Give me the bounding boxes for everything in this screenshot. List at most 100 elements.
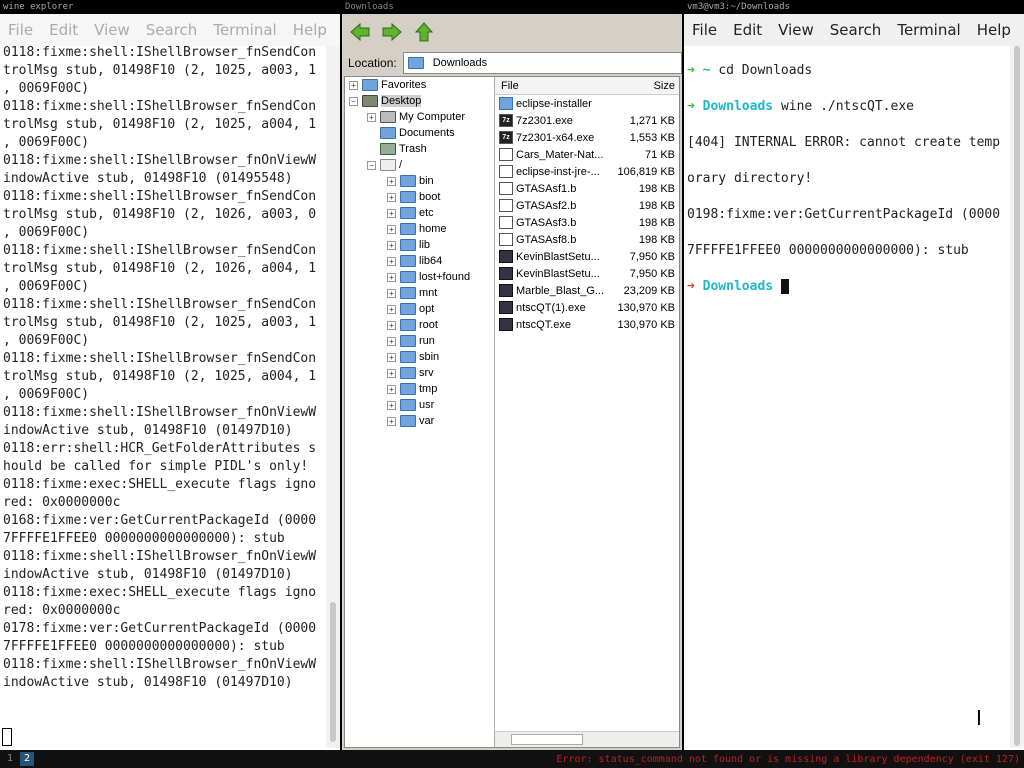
- file-row[interactable]: 7z 7z2301.exe 1,271 KB: [495, 112, 679, 129]
- tree-item-run[interactable]: + run: [345, 333, 494, 349]
- expand-icon[interactable]: +: [387, 384, 396, 394]
- expand-icon[interactable]: +: [367, 112, 376, 122]
- location-field[interactable]: Downloads: [402, 52, 682, 74]
- tree-item-documents[interactable]: Documents: [345, 125, 494, 141]
- file-icon: [499, 199, 513, 212]
- file-name-cell: Marble_Blast_G...: [495, 284, 605, 297]
- file-icon: [499, 148, 513, 161]
- tree-item-lost-found[interactable]: + lost+found: [345, 269, 494, 285]
- menu-item-view[interactable]: View: [770, 21, 822, 39]
- expand-icon[interactable]: +: [387, 240, 396, 250]
- scrollbar[interactable]: [1010, 46, 1024, 748]
- menu-item-help[interactable]: Help: [285, 21, 335, 39]
- file-name-cell: GTASAsf3.b: [495, 216, 605, 229]
- expand-icon[interactable]: +: [387, 368, 396, 378]
- expand-icon[interactable]: +: [387, 208, 396, 218]
- scrollbar[interactable]: [326, 46, 340, 748]
- file-row[interactable]: Cars_Mater-Nat... 71 KB: [495, 146, 679, 163]
- collapse-icon[interactable]: −: [349, 96, 358, 106]
- tree-item-etc[interactable]: + etc: [345, 205, 494, 221]
- left-terminal-window[interactable]: wine explorer File Edit View Search Terminal…: [0, 0, 340, 750]
- expand-icon[interactable]: +: [387, 224, 396, 234]
- menu-item-search[interactable]: Search: [138, 21, 206, 39]
- forward-arrow-icon[interactable]: [380, 20, 404, 44]
- tree-item-home[interactable]: + home: [345, 221, 494, 237]
- file-row[interactable]: ntscQT.exe 130,970 KB: [495, 316, 679, 333]
- menu-item-view[interactable]: View: [86, 21, 138, 39]
- tree-item-opt[interactable]: + opt: [345, 301, 494, 317]
- menu-item-terminal[interactable]: Terminal: [205, 21, 284, 39]
- file-row[interactable]: KevinBlastSetu... 7,950 KB: [495, 248, 679, 265]
- file-row[interactable]: 7z 7z2301-x64.exe 1,553 KB: [495, 129, 679, 146]
- tree-item-root[interactable]: − /: [345, 157, 494, 173]
- tree-item-usr[interactable]: + usr: [345, 397, 494, 413]
- tree-item-my-computer[interactable]: + My Computer: [345, 109, 494, 125]
- folder-tree[interactable]: + Favorites − Desktop + My Computer Docu…: [345, 77, 495, 747]
- file-row[interactable]: ntscQT(1).exe 130,970 KB: [495, 299, 679, 316]
- expand-icon[interactable]: +: [387, 304, 396, 314]
- collapse-icon[interactable]: −: [367, 160, 376, 170]
- expand-icon[interactable]: +: [387, 176, 396, 186]
- expand-icon[interactable]: +: [387, 400, 396, 410]
- expand-icon[interactable]: +: [387, 320, 396, 330]
- file-row[interactable]: eclipse-installer: [495, 95, 679, 112]
- tree-item-bin[interactable]: + bin: [345, 173, 494, 189]
- file-row[interactable]: KevinBlastSetu... 7,950 KB: [495, 265, 679, 282]
- menu-item-edit[interactable]: Edit: [725, 21, 770, 39]
- tree-item-root[interactable]: + root: [345, 317, 494, 333]
- scrollbar-thumb[interactable]: [511, 734, 583, 745]
- right-terminal-window[interactable]: vm3@vm3:~/Downloads File Edit View Search Te…: [684, 0, 1024, 750]
- menu-item-help[interactable]: Help: [969, 21, 1019, 39]
- file-name-cell: KevinBlastSetu...: [495, 250, 605, 263]
- menu-item-edit[interactable]: Edit: [41, 21, 86, 39]
- expand-icon[interactable]: +: [387, 272, 396, 282]
- output-line: 0118:fixme:shell:IShellBrowser_fnOnViewW: [3, 549, 317, 564]
- column-size[interactable]: Size: [605, 80, 679, 92]
- file-name: GTASAsf3.b: [516, 216, 577, 229]
- file-list[interactable]: File Size eclipse-installer 7z 7z2301.exe 1…: [495, 77, 679, 747]
- expand-icon[interactable]: +: [349, 80, 358, 90]
- terminal-output[interactable]: ➜ ~ cd Downloads ➜ Downloads wine ./ntsc…: [684, 44, 1010, 332]
- back-arrow-icon[interactable]: [348, 20, 372, 44]
- expand-icon[interactable]: +: [387, 288, 396, 298]
- menu-item-file[interactable]: File: [0, 21, 41, 39]
- menu-item-file[interactable]: File: [684, 21, 725, 39]
- tree-item-boot[interactable]: + boot: [345, 189, 494, 205]
- tree-label: bin: [419, 175, 434, 187]
- terminal-output[interactable]: 0118:fixme:shell:IShellBrowser_fnSendCon…: [0, 44, 326, 692]
- file-row[interactable]: eclipse-inst-jre-... 106,819 KB: [495, 163, 679, 180]
- file-row[interactable]: GTASAsf2.b 198 KB: [495, 197, 679, 214]
- file-row[interactable]: Marble_Blast_G... 23,209 KB: [495, 282, 679, 299]
- tree-item-sbin[interactable]: + sbin: [345, 349, 494, 365]
- wine-explorer-window[interactable]: Downloads Location: Downloads + Favorite…: [342, 0, 682, 750]
- tree-item-lib[interactable]: + lib: [345, 237, 494, 253]
- tree-item-var[interactable]: + var: [345, 413, 494, 429]
- expand-icon[interactable]: +: [387, 352, 396, 362]
- file-row[interactable]: GTASAsf3.b 198 KB: [495, 214, 679, 231]
- file-row[interactable]: GTASAsf1.b 198 KB: [495, 180, 679, 197]
- expand-icon[interactable]: +: [387, 336, 396, 346]
- tree-item-srv[interactable]: + srv: [345, 365, 494, 381]
- tree-item-tmp[interactable]: + tmp: [345, 381, 494, 397]
- file-name: Cars_Mater-Nat...: [516, 148, 604, 161]
- tree-label: Documents: [399, 127, 455, 139]
- file-name-cell: ntscQT(1).exe: [495, 301, 605, 314]
- tree-item-desktop[interactable]: − Desktop: [345, 93, 494, 109]
- up-arrow-icon[interactable]: [412, 20, 436, 44]
- workspace-button-1[interactable]: 1: [3, 752, 17, 766]
- menu-item-search[interactable]: Search: [822, 21, 890, 39]
- tree-item-trash[interactable]: Trash: [345, 141, 494, 157]
- menu-item-terminal[interactable]: Terminal: [889, 21, 968, 39]
- tree-item-mnt[interactable]: + mnt: [345, 285, 494, 301]
- horizontal-scrollbar[interactable]: [495, 731, 679, 747]
- file-row[interactable]: GTASAsf8.b 198 KB: [495, 231, 679, 248]
- workspace-button-2[interactable]: 2: [20, 752, 34, 766]
- expand-icon[interactable]: +: [387, 256, 396, 266]
- column-file[interactable]: File: [495, 80, 605, 92]
- scrollbar-thumb[interactable]: [330, 602, 336, 742]
- tree-item-favorites[interactable]: + Favorites: [345, 77, 494, 93]
- tree-item-lib64[interactable]: + lib64: [345, 253, 494, 269]
- expand-icon[interactable]: +: [387, 416, 396, 426]
- scrollbar-thumb[interactable]: [1014, 46, 1020, 746]
- expand-icon[interactable]: +: [387, 192, 396, 202]
